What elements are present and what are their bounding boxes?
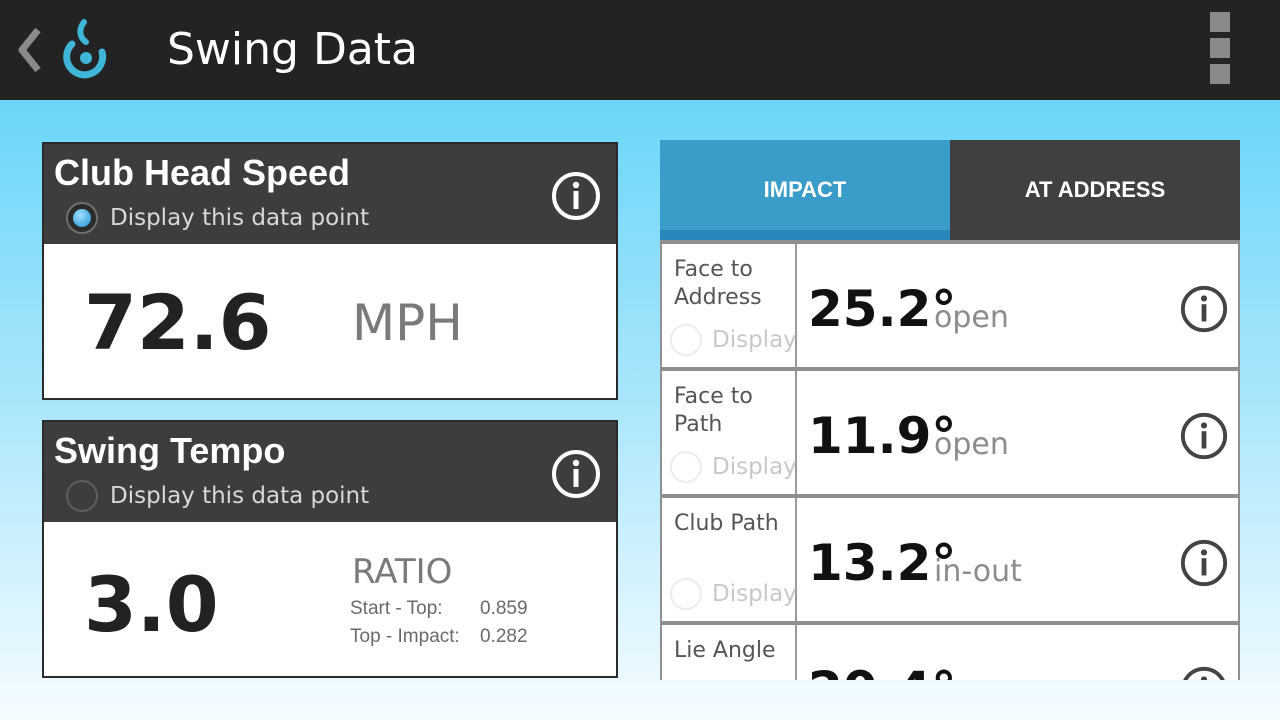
metric-descriptor: in-out <box>934 554 1022 589</box>
card-body: 3.0 RATIO Start - Top: 0.859 Top - Impac… <box>44 522 616 676</box>
display-toggle[interactable]: Display this data point <box>66 202 369 234</box>
list-item[interactable]: Club Path Display 13.2° in-out <box>662 498 1238 621</box>
tempo-stat-start-top: Start - Top: 0.859 <box>350 598 528 620</box>
tempo-stat-top-impact: Top - Impact: 0.282 <box>350 626 528 648</box>
display-label: Display this data point <box>110 483 370 509</box>
info-icon[interactable] <box>1179 665 1229 680</box>
display-label: Display this data point <box>110 205 370 231</box>
card-title: Swing Tempo <box>54 430 286 471</box>
metric-label: Face to Path <box>674 384 753 437</box>
display-toggle[interactable]: Display <box>670 324 797 356</box>
stat-value: 0.282 <box>480 626 528 647</box>
speed-value: 72.6 <box>84 278 272 367</box>
speed-unit: MPH <box>352 294 463 352</box>
tempo-unit: RATIO <box>352 552 453 592</box>
radio-button[interactable] <box>670 451 702 483</box>
tab-impact[interactable]: IMPACT <box>660 140 950 240</box>
chevron-left-icon[interactable] <box>14 26 44 74</box>
swirl-logo-icon[interactable] <box>56 18 112 80</box>
card-header: Swing Tempo Display this data point <box>44 422 616 522</box>
card-body: 72.6 MPH <box>44 244 616 398</box>
metric-label: Face to Address <box>674 257 762 310</box>
metric-label: Club Path <box>674 511 779 536</box>
radio-button[interactable] <box>670 324 702 356</box>
metric-label-cell: Club Path Display <box>662 498 797 621</box>
metric-label: Lie Angle <box>674 638 776 663</box>
metric-value: 20.4° <box>808 661 956 680</box>
overflow-menu-icon[interactable] <box>1208 12 1232 88</box>
radio-button[interactable] <box>66 480 98 512</box>
display-label: Display <box>712 581 797 607</box>
display-label: Display <box>712 327 797 353</box>
stat-label: Start - Top: <box>350 598 443 619</box>
display-toggle[interactable]: Display this data point <box>66 480 369 512</box>
action-bar: Swing Data <box>0 0 1280 100</box>
display-toggle[interactable]: Display <box>670 451 797 483</box>
tab-at-address[interactable]: AT ADDRESS <box>950 140 1240 240</box>
metric-descriptor: open <box>934 300 1009 335</box>
metric-descriptor: open <box>934 427 1009 462</box>
club-head-speed-card: Club Head Speed Display this data point … <box>42 142 618 400</box>
stat-value: 0.859 <box>480 598 528 619</box>
info-icon[interactable] <box>550 170 602 222</box>
list-item[interactable]: Face to Address Display 25.2° open <box>662 244 1238 367</box>
info-icon[interactable] <box>1179 411 1229 461</box>
card-title: Club Head Speed <box>54 152 351 193</box>
stat-label: Top - Impact: <box>350 626 460 647</box>
card-header: Club Head Speed Display this data point <box>44 144 616 244</box>
radio-button[interactable] <box>670 578 702 610</box>
info-icon[interactable] <box>1179 538 1229 588</box>
display-toggle[interactable]: Display <box>670 578 797 610</box>
metric-label-cell: Face to Address Display <box>662 244 797 367</box>
list-item[interactable]: Lie Angle 20.4° <box>662 625 1238 680</box>
list-item[interactable]: Face to Path Display 11.9° open <box>662 371 1238 494</box>
metric-label-cell: Lie Angle <box>662 625 797 680</box>
info-icon[interactable] <box>1179 284 1229 334</box>
radio-button-checked[interactable] <box>66 202 98 234</box>
metric-label-cell: Face to Path Display <box>662 371 797 494</box>
swing-tempo-card: Swing Tempo Display this data point 3.0 … <box>42 420 618 678</box>
page-title: Swing Data <box>167 24 419 75</box>
tempo-value: 3.0 <box>84 560 219 649</box>
info-icon[interactable] <box>550 448 602 500</box>
metrics-panel: IMPACT AT ADDRESS Face to Address Displa… <box>660 140 1240 680</box>
display-label: Display <box>712 454 797 480</box>
